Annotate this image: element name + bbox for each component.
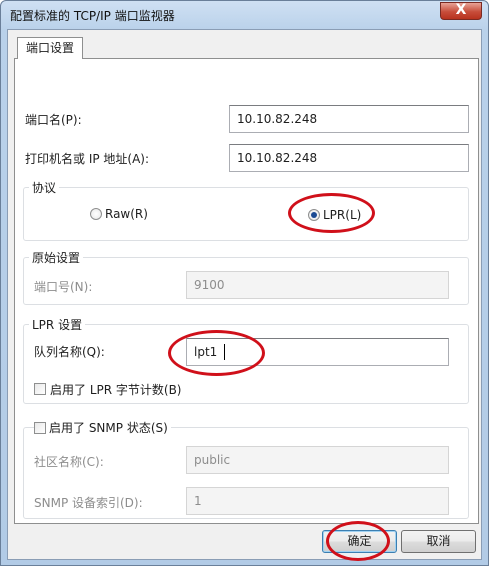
protocol-group: 协议 Raw(R) LPR(L) (23, 179, 469, 241)
port-number-label: 端口号(N): (34, 280, 93, 294)
close-button[interactable]: X (440, 2, 482, 20)
community-name-label: 社区名称(C): (34, 455, 104, 469)
snmp-device-index-label: SNMP 设备索引(D): (34, 496, 143, 510)
raw-settings-group: 原始设置 端口号(N): 9100 (23, 249, 469, 305)
port-number-field[interactable]: 9100 (186, 271, 449, 299)
snmp-group: 启用了 SNMP 状态(S) 社区名称(C): public SNMP 设备索引… (23, 419, 469, 519)
port-name-label: 端口名(P): (25, 113, 82, 127)
raw-settings-title: 原始设置 (29, 249, 84, 266)
snmp-enable-label[interactable]: 启用了 SNMP 状态(S) (46, 419, 171, 436)
printer-address-field[interactable]: 10.10.82.248 (229, 144, 469, 172)
lpr-radio[interactable] (308, 209, 320, 221)
protocol-title: 协议 (29, 179, 60, 196)
queue-name-field[interactable]: lpt1 (186, 338, 449, 366)
tab-panel: 端口名(P): 10.10.82.248 打印机名或 IP 地址(A): 10.… (14, 58, 479, 524)
community-name-field[interactable]: public (186, 446, 449, 474)
snmp-device-index-field[interactable]: 1 (186, 487, 449, 515)
lpr-settings-group: LPR 设置 队列名称(Q): lpt1 启用了 LPR 字节计数(B) (23, 316, 469, 404)
raw-radio[interactable] (90, 208, 102, 220)
queue-name-value: lpt1 (194, 345, 218, 359)
lpr-radio-label[interactable]: LPR(L) (323, 208, 361, 222)
lpr-settings-title: LPR 设置 (29, 316, 86, 333)
printer-address-label: 打印机名或 IP 地址(A): (25, 152, 150, 166)
raw-radio-label[interactable]: Raw(R) (105, 207, 148, 221)
snmp-enable-checkbox[interactable] (34, 422, 46, 434)
window-title: 配置标准的 TCP/IP 端口监视器 (10, 9, 175, 23)
dialog-client: 端口设置 端口名(P): 10.10.82.248 打印机名或 IP 地址(A)… (7, 29, 482, 561)
text-caret (224, 344, 225, 360)
ok-button[interactable]: 确定 (322, 530, 397, 553)
queue-name-label: 队列名称(Q): (34, 345, 105, 359)
lpr-byte-count-checkbox[interactable] (34, 383, 46, 395)
port-name-field[interactable]: 10.10.82.248 (229, 105, 469, 133)
tab-port-settings[interactable]: 端口设置 (17, 37, 83, 59)
cancel-button[interactable]: 取消 (401, 530, 476, 553)
dialog-window: 配置标准的 TCP/IP 端口监视器 X 端口设置 端口名(P): 10.10.… (0, 0, 489, 566)
lpr-byte-count-label[interactable]: 启用了 LPR 字节计数(B) (50, 381, 182, 398)
